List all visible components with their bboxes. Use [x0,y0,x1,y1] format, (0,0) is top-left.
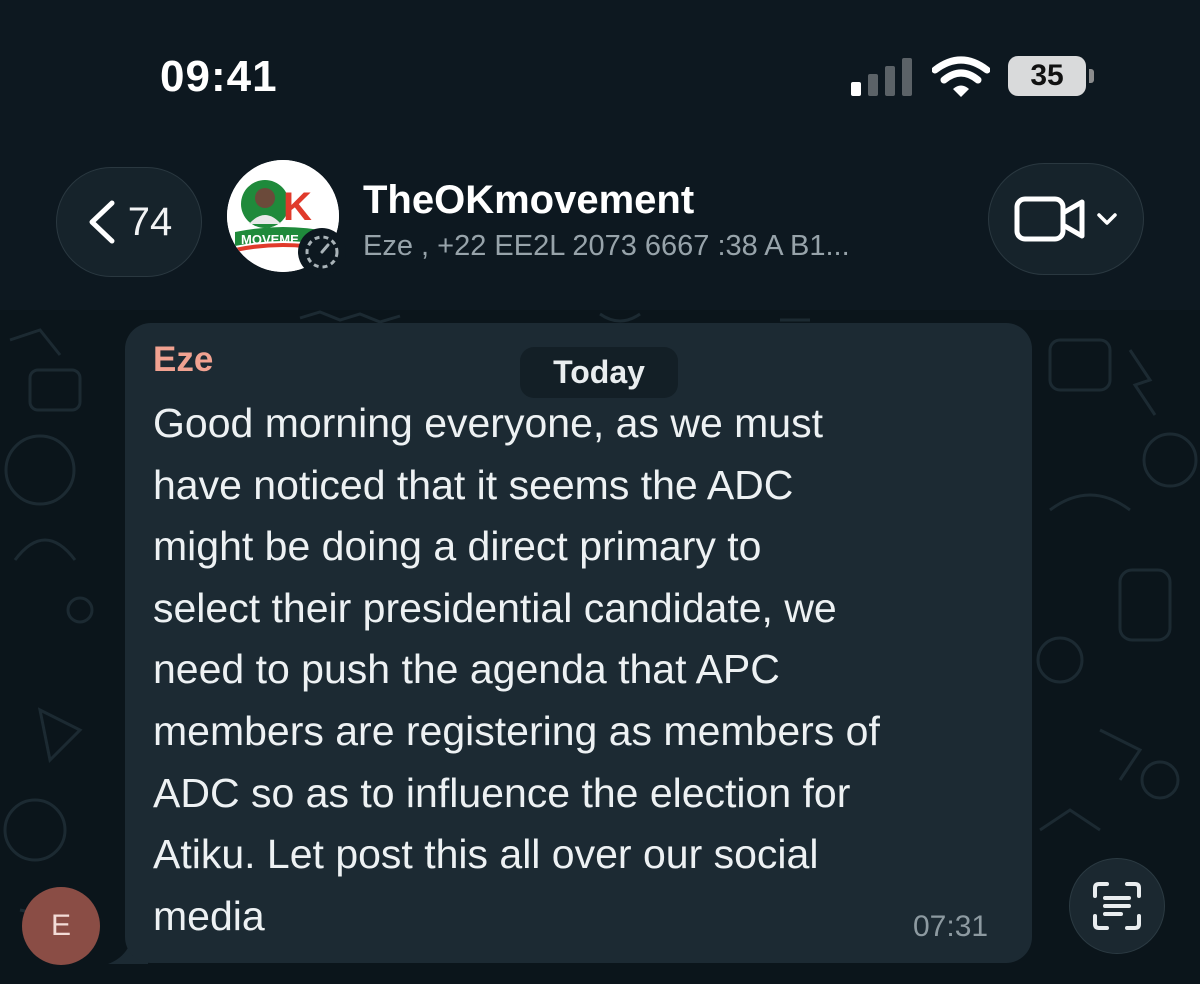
sender-initial: E [50,909,71,942]
battery-level: 35 [1030,59,1064,92]
chat-header: 09:41 35 74 K MOVEME TheOKmovement Eze ,… [0,0,1200,310]
back-button[interactable]: 74 [56,167,202,277]
video-camera-icon [1014,196,1085,242]
scan-text-icon [1093,882,1141,930]
chat-screen: 09:41 35 74 K MOVEME TheOKmovement Eze ,… [0,0,1200,984]
battery-icon: 35 [1008,56,1086,96]
message-sender[interactable]: Eze [153,340,213,380]
scan-text-button[interactable] [1069,858,1165,954]
sender-avatar[interactable]: E [22,887,100,965]
message-text: Good morning everyone, as we must have n… [153,400,880,939]
unread-count: 74 [127,199,173,244]
date-separator: Today [520,347,678,398]
chevron-left-icon [89,200,115,244]
wifi-icon [932,56,990,97]
chevron-down-icon [1097,213,1117,225]
video-call-button[interactable] [988,163,1144,275]
cellular-signal-icon [851,58,912,96]
battery-tip [1089,69,1094,83]
group-members: Eze , +22 EE2L 2073 6667 :38 A B1... [363,230,850,262]
status-time: 09:41 [160,52,278,101]
message-time: 07:31 [913,910,989,943]
status-ring-icon [298,228,346,276]
group-name[interactable]: TheOKmovement [363,178,694,223]
svg-text:K: K [283,185,312,229]
